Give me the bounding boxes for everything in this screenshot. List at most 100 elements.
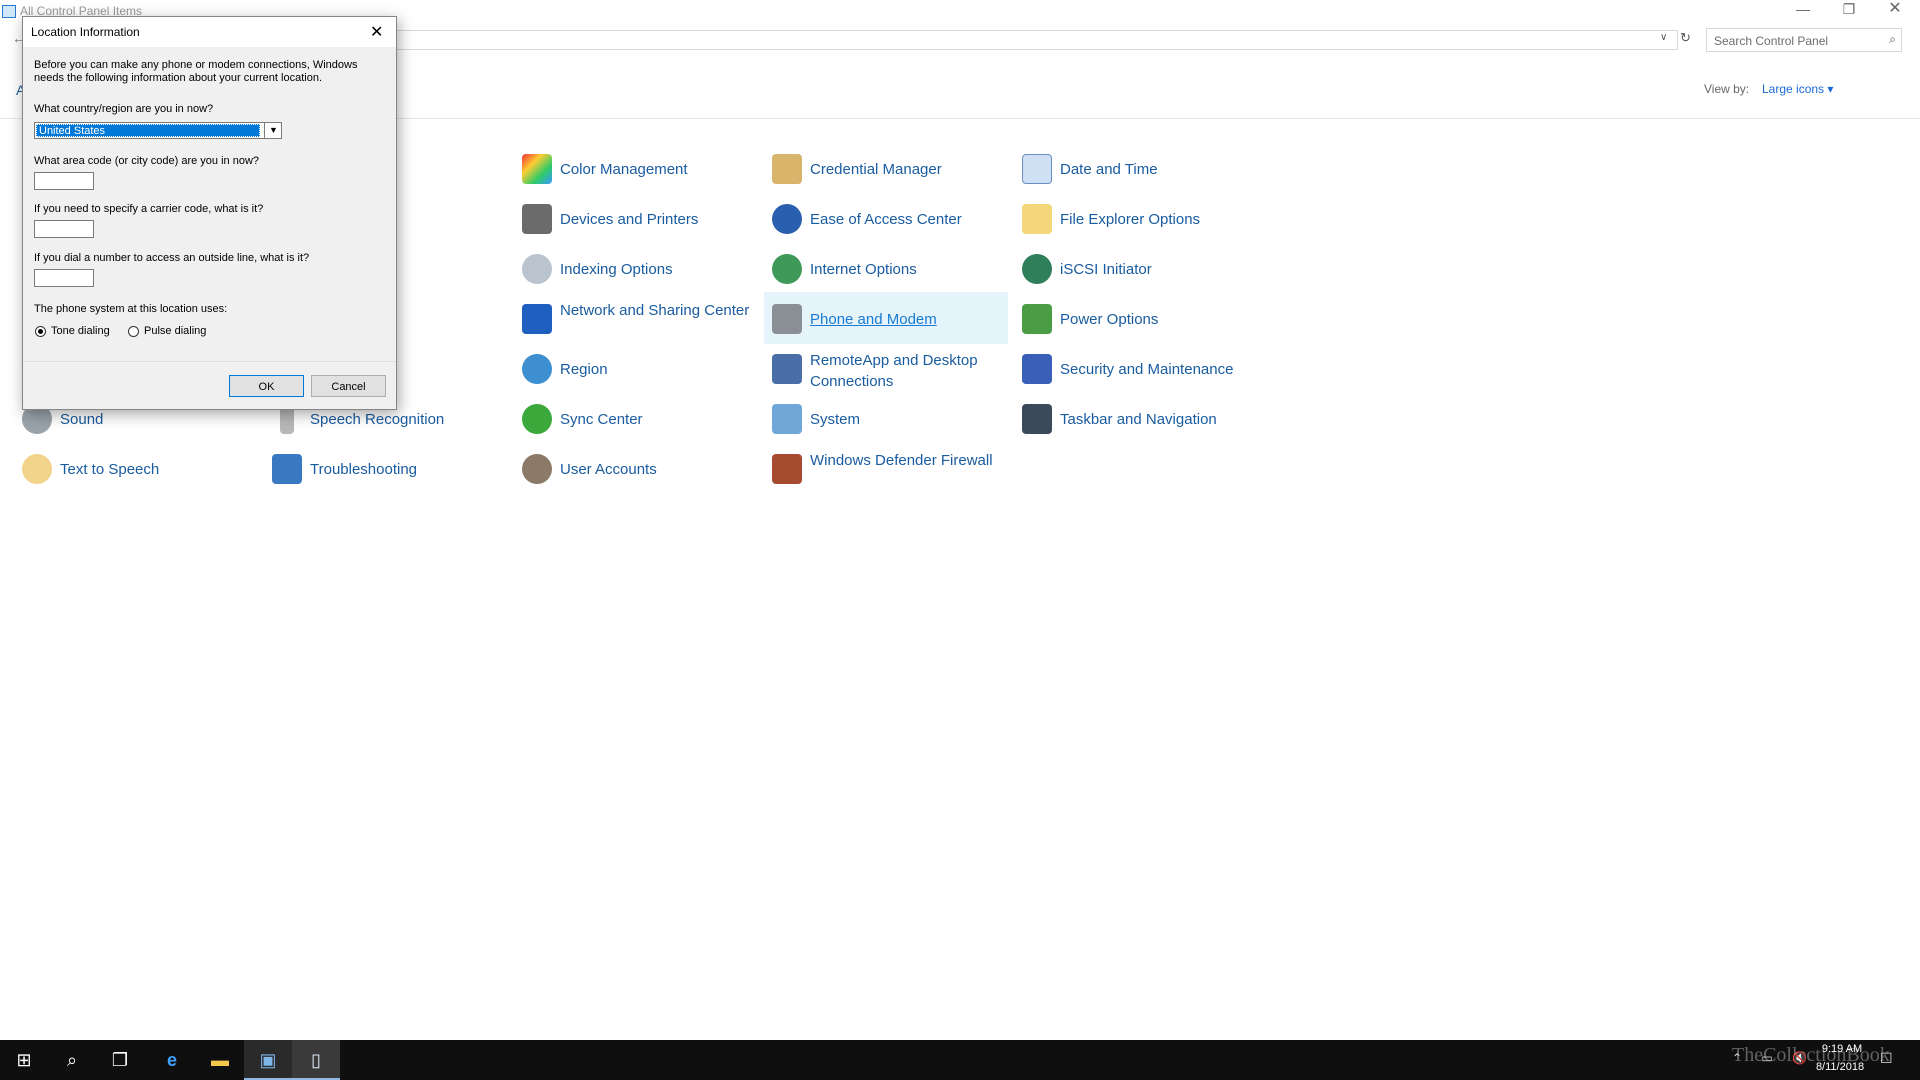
- item-label: File Explorer Options: [1060, 211, 1201, 228]
- tone-dialing-radio[interactable]: [35, 326, 46, 337]
- refresh-icon[interactable]: ↻: [1680, 30, 1691, 46]
- item-label: Region: [560, 361, 608, 378]
- taskbar-icon: [1022, 404, 1052, 434]
- control-panel-item[interactable]: Date and Time: [1018, 146, 1262, 190]
- item-label: RemoteApp and Desktop Connections: [810, 352, 978, 390]
- country-selected-value: United States: [36, 124, 260, 137]
- item-label: Sound: [60, 411, 104, 428]
- item-label: Taskbar and Navigation: [1060, 411, 1217, 428]
- windows-start-icon[interactable]: ⊞: [0, 1040, 48, 1080]
- control-panel-item[interactable]: Ease of Access Center: [768, 196, 1012, 240]
- country-select[interactable]: United States ▼: [34, 122, 282, 139]
- dropdown-arrow-icon[interactable]: ▼: [264, 123, 282, 138]
- minimize-button[interactable]: —: [1780, 0, 1826, 22]
- area-code-input[interactable]: [34, 172, 94, 190]
- phone-modem-icon: [772, 304, 802, 334]
- control-panel-item[interactable]: Windows Defender Firewall: [768, 446, 1012, 490]
- item-label: Internet Options: [810, 261, 917, 278]
- system-icon: [772, 404, 802, 434]
- color-management-icon: [522, 154, 552, 184]
- dialog-intro-text: Before you can make any phone or modem c…: [34, 59, 358, 84]
- outside-line-label: If you dial a number to access an outsid…: [34, 252, 310, 264]
- control-panel-item[interactable]: Security and Maintenance: [1018, 346, 1262, 390]
- sync-center-icon: [522, 404, 552, 434]
- control-panel-item[interactable]: File Explorer Options: [1018, 196, 1262, 240]
- location-information-dialog: Location Information ✕ Before you can ma…: [22, 16, 397, 410]
- ok-button[interactable]: OK: [229, 375, 304, 397]
- control-panel-item[interactable]: Taskbar and Navigation: [1018, 396, 1262, 440]
- pulse-dialing-radio[interactable]: [128, 326, 139, 337]
- item-label: Network and Sharing Center: [560, 302, 750, 319]
- item-label: Text to Speech: [60, 461, 160, 478]
- item-label: Speech Recognition: [310, 411, 445, 428]
- cancel-button[interactable]: Cancel: [311, 375, 386, 397]
- control-panel-item[interactable]: Color Management: [518, 146, 762, 190]
- item-label: Security and Maintenance: [1060, 361, 1234, 378]
- close-icon[interactable]: ✕: [370, 22, 383, 42]
- control-panel-item[interactable]: Sync Center: [518, 396, 762, 440]
- item-label: Credential Manager: [810, 161, 942, 178]
- control-panel-item[interactable]: Region: [518, 346, 762, 390]
- date-time-icon: [1022, 154, 1052, 184]
- file-explorer-icon[interactable]: ▬: [196, 1040, 244, 1080]
- country-label: What country/region are you in now?: [34, 103, 214, 115]
- remoteapp-icon: [772, 354, 802, 384]
- item-label: Date and Time: [1060, 161, 1158, 178]
- control-panel-item[interactable]: Power Options: [1018, 296, 1262, 340]
- dialog-title: Location Information: [31, 25, 140, 39]
- address-bar[interactable]: [395, 30, 1678, 50]
- view-by-label: View by:: [1704, 82, 1750, 96]
- control-panel-item[interactable]: Internet Options: [768, 246, 1012, 290]
- security-flag-icon: [1022, 354, 1052, 384]
- carrier-code-input[interactable]: [34, 220, 94, 238]
- text-to-speech-icon: [22, 454, 52, 484]
- dialing-type-label: The phone system at this location uses:: [34, 303, 228, 315]
- notepad-taskbar-icon[interactable]: ▯: [292, 1040, 340, 1080]
- firewall-icon: [772, 454, 802, 484]
- search-input[interactable]: Search Control Panel ⌕: [1706, 28, 1902, 52]
- search-placeholder: Search Control Panel: [1714, 34, 1829, 48]
- ease-of-access-icon: [772, 204, 802, 234]
- clock-date[interactable]: 8/11/2018: [1808, 1061, 1872, 1073]
- control-panel-item[interactable]: Credential Manager: [768, 146, 1012, 190]
- task-view-icon[interactable]: ❐: [96, 1040, 144, 1080]
- control-panel-item[interactable]: Devices and Printers: [518, 196, 762, 240]
- control-panel-item[interactable]: Troubleshooting: [268, 446, 512, 490]
- clock-time[interactable]: 9:19 AM: [1812, 1043, 1872, 1055]
- control-panel-item[interactable]: Phone and Modem: [764, 292, 1008, 344]
- control-panel-item[interactable]: RemoteApp and Desktop Connections: [768, 346, 1012, 390]
- control-panel-item[interactable]: Text to Speech: [18, 446, 262, 490]
- control-panel-item[interactable]: Indexing Options: [518, 246, 762, 290]
- iscsi-icon: [1022, 254, 1052, 284]
- dialog-divider: [23, 361, 396, 362]
- item-label: Sync Center: [560, 411, 643, 428]
- control-panel-item[interactable]: User Accounts: [518, 446, 762, 490]
- chevron-down-icon[interactable]: ∨: [1660, 32, 1667, 43]
- carrier-code-label: If you need to specify a carrier code, w…: [34, 203, 264, 215]
- internet-explorer-icon[interactable]: e: [148, 1040, 196, 1080]
- pulse-dialing-label: Pulse dialing: [144, 325, 207, 337]
- item-label: Ease of Access Center: [810, 211, 962, 228]
- control-panel-item[interactable]: Network and Sharing Center: [518, 296, 762, 340]
- search-icon[interactable]: ⌕: [48, 1040, 96, 1080]
- area-code-label: What area code (or city code) are you in…: [34, 155, 260, 167]
- item-label: Indexing Options: [560, 261, 673, 278]
- close-button[interactable]: ✕: [1872, 0, 1918, 22]
- notification-icon[interactable]: ☐: [1880, 1050, 1893, 1067]
- control-panel-icon: [2, 5, 16, 18]
- control-panel-item[interactable]: System: [768, 396, 1012, 440]
- system-tray-icons[interactable]: ⌃ ▭ 🔇: [1732, 1051, 1815, 1065]
- control-panel-item[interactable]: iSCSI Initiator: [1018, 246, 1262, 290]
- item-label: Troubleshooting: [310, 461, 418, 478]
- control-panel-taskbar-icon[interactable]: ▣: [244, 1040, 292, 1080]
- taskbar: ⊞ ⌕ ❐ e ▬ ▣ ▯: [0, 1040, 1920, 1080]
- maximize-button[interactable]: ❐: [1826, 0, 1872, 22]
- internet-options-icon: [772, 254, 802, 284]
- search-icon[interactable]: ⌕: [1889, 32, 1896, 47]
- item-label: Power Options: [1060, 311, 1159, 328]
- tone-dialing-label: Tone dialing: [51, 325, 110, 337]
- item-label: User Accounts: [560, 461, 657, 478]
- view-by-dropdown[interactable]: Large icons ▾: [1762, 82, 1833, 96]
- region-icon: [522, 354, 552, 384]
- outside-line-input[interactable]: [34, 269, 94, 287]
